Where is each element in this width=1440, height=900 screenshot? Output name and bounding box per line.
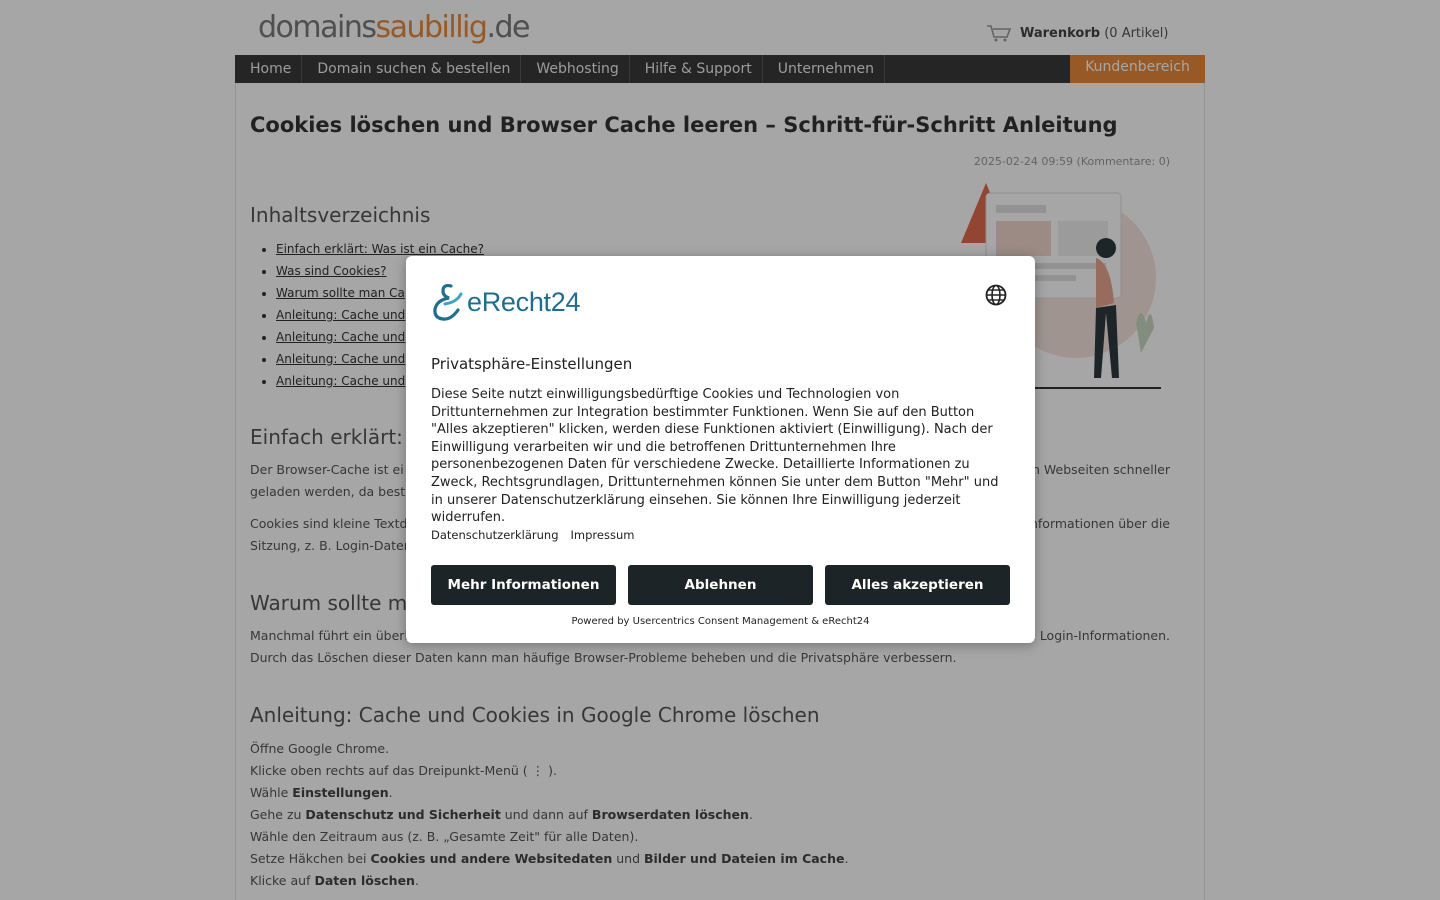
erecht24-logo-text: eRecht24: [467, 286, 581, 317]
consent-buttons: Mehr Informationen Ablehnen Alles akzept…: [431, 565, 1010, 605]
consent-dialog: eRecht24 Privatsphäre-Einstellungen Dies…: [406, 256, 1035, 643]
consent-title: Privatsphäre-Einstellungen: [431, 355, 633, 373]
more-info-button[interactable]: Mehr Informationen: [431, 565, 616, 605]
privacy-policy-link[interactable]: Datenschutzerklärung: [431, 528, 559, 542]
powered-by-text: Powered by Usercentrics Consent Manageme…: [571, 616, 870, 627]
imprint-link[interactable]: Impressum: [571, 528, 635, 542]
accept-all-button[interactable]: Alles akzeptieren: [825, 565, 1010, 605]
language-globe-icon[interactable]: [985, 284, 1007, 306]
deny-button[interactable]: Ablehnen: [628, 565, 813, 605]
consent-text: Diese Seite nutzt einwilligungsbedürftig…: [431, 387, 999, 526]
erecht24-logo-mark: [433, 283, 463, 321]
erecht24-logo: eRecht24: [431, 282, 580, 322]
consent-links: Datenschutzerklärung Impressum: [431, 528, 634, 542]
